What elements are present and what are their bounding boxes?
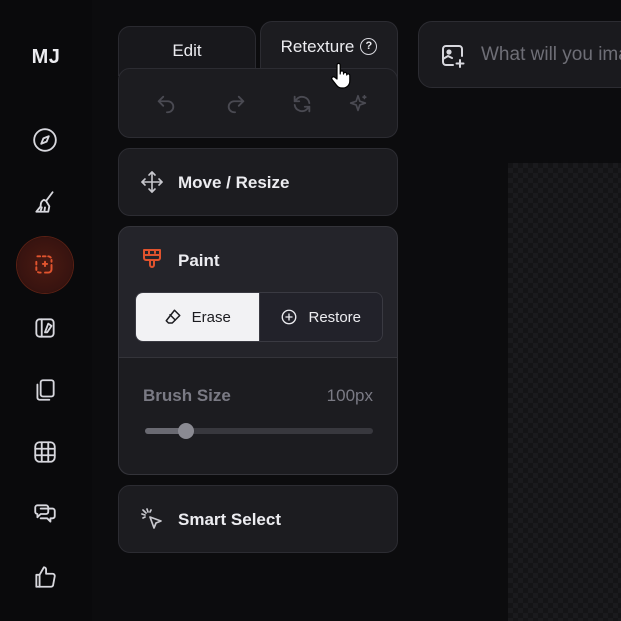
sidebar-item-chat[interactable] [17,486,73,542]
restore-button[interactable]: Restore [258,293,382,341]
eraser-icon [165,309,181,324]
thumbs-up-icon [35,566,56,588]
sparkle-icon [349,94,367,112]
tab-edit-label: Edit [172,41,202,60]
undo-icon [157,95,175,114]
prompt-bar [418,21,621,88]
smart-select-tool[interactable]: Smart Select [118,485,398,553]
sidebar-item-organize[interactable] [17,362,73,418]
brush-icon [35,191,54,213]
move-resize-tool[interactable]: Move / Resize [118,148,398,216]
logo[interactable]: MJ [0,46,92,69]
reset-button[interactable] [289,91,315,117]
brush-size-slider[interactable] [145,423,373,439]
magic-button[interactable] [345,91,371,117]
paint-tool-panel: Paint Erase Restore Brush Size 100px [118,226,398,475]
help-circle-icon[interactable]: ? [360,38,378,55]
paint-mode-toggle: Erase Restore [135,292,383,342]
plus-circle-icon [282,309,297,325]
app-root: MJ Edit Retexture ? Move / Resize Paint … [0,0,621,621]
undo-button[interactable] [153,91,179,117]
image-add-icon[interactable] [439,42,467,70]
move-arrows-icon [141,171,163,193]
cursor-click-icon [141,508,162,529]
smart-select-label: Smart Select [178,510,281,529]
edit-canvas[interactable] [508,163,621,621]
brush-size-slider-thumb[interactable] [178,423,195,439]
erase-button[interactable]: Erase [136,293,259,341]
compass-icon [33,128,57,152]
sidebar-item-edit[interactable] [17,237,73,293]
paint-label[interactable]: Paint [178,251,220,271]
brush-size-value: 100px [326,386,373,405]
sidebar: MJ [0,0,92,621]
hand-pointer-icon [331,62,351,89]
chat-icon [34,504,56,523]
edit-selection-icon [35,255,53,274]
sidebar-item-gallery[interactable] [17,424,73,480]
sidebar-item-rate[interactable] [17,549,73,605]
brush-size-section: Brush Size 100px [119,357,397,474]
grid-icon [34,441,56,463]
copy-icon [36,379,55,401]
sidebar-item-explore[interactable] [17,112,73,168]
paint-brush-icon [143,249,161,268]
sidebar-item-create[interactable] [17,174,73,230]
restore-label: Restore [308,308,362,326]
brush-size-label: Brush Size [143,386,231,405]
sidebar-item-style[interactable] [17,300,73,356]
history-toolbar [118,68,398,138]
erase-label: Erase [191,308,231,326]
redo-icon [227,95,245,114]
move-resize-label: Move / Resize [178,173,290,192]
redo-button[interactable] [223,91,249,117]
prompt-input[interactable] [481,40,621,70]
style-icon [35,318,55,338]
refresh-icon [293,95,311,113]
